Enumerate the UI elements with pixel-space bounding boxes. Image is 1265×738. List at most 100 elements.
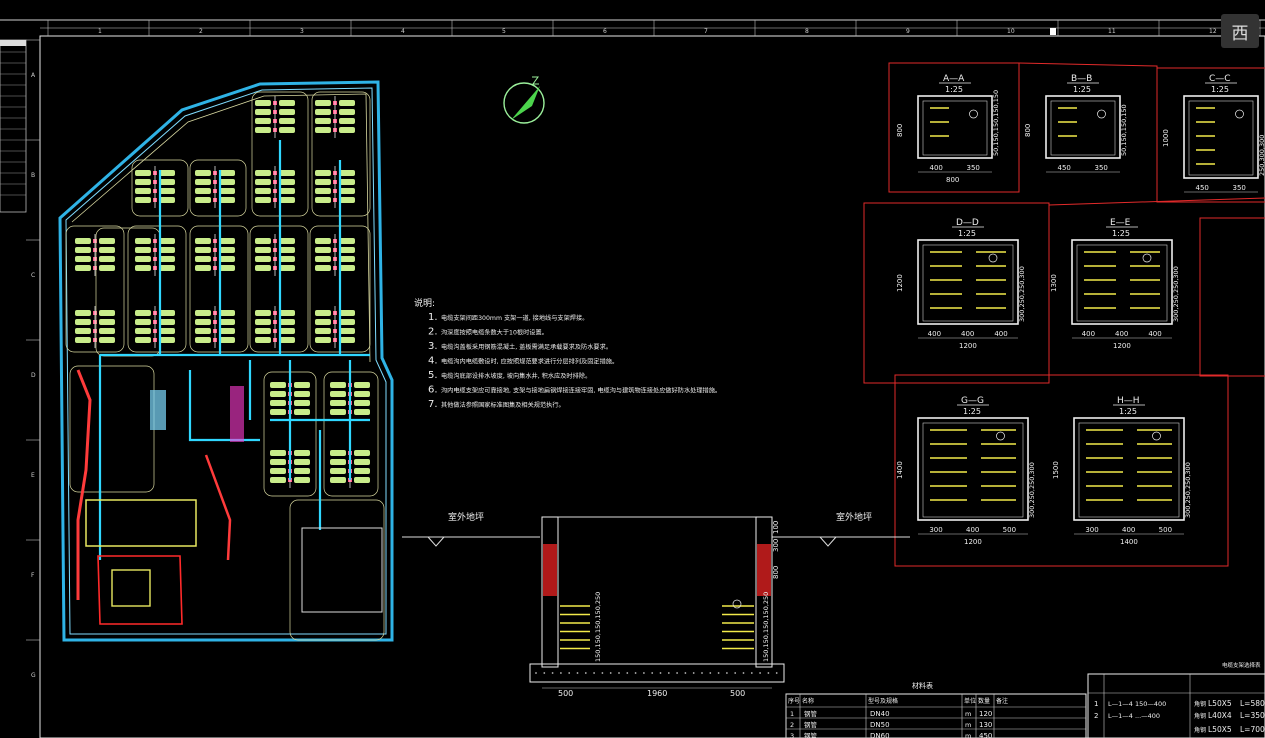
building <box>339 247 355 253</box>
building <box>270 450 286 456</box>
cell-no: 1 <box>1094 700 1098 708</box>
building <box>294 459 310 465</box>
building <box>195 265 211 271</box>
building <box>339 197 355 203</box>
building <box>195 328 211 334</box>
aggregate-dot <box>701 672 703 674</box>
building <box>219 337 235 343</box>
building-cluster <box>255 166 295 208</box>
section-title: G—G <box>961 396 984 406</box>
ground-label: 室外地坪 <box>836 511 872 523</box>
aggregate-dot <box>750 672 753 674</box>
building <box>255 100 271 106</box>
building <box>339 179 355 185</box>
bracket-tag-icon <box>1097 109 1106 119</box>
ruler-top-label: 4 <box>401 28 405 35</box>
building <box>279 319 295 325</box>
table-header: 单位 <box>964 697 976 705</box>
building <box>339 256 355 262</box>
cell-name: 钢管 <box>804 709 818 718</box>
building <box>339 337 355 343</box>
building <box>315 265 331 271</box>
section-dim: 500 <box>1159 526 1172 534</box>
trench-wall <box>1045 95 1121 159</box>
note-text: 沟内电缆支架应可靠接地, 支架与接地扁钢焊接连接牢固, 电缆沟与建筑物连接处应做… <box>441 387 721 395</box>
aggregate-dot <box>568 672 571 674</box>
building <box>75 337 91 343</box>
note-number: 1. <box>428 312 438 323</box>
main-trench-section: 室外地坪 室外地坪 500 1960 500 100 300 800 150,150,150,1… <box>402 511 910 698</box>
building <box>330 391 346 397</box>
building <box>219 328 235 334</box>
section-scale: 1:25 <box>1211 85 1229 94</box>
cell-name: 钢管 <box>804 720 818 729</box>
building <box>279 310 295 316</box>
cad-drawing-canvas[interactable]: 12345678910111213 ABCDEFG 说明: 1.电缆支架间距30… <box>0 0 1265 738</box>
building <box>315 247 331 253</box>
building <box>354 468 370 474</box>
ruler-top-label: 8 <box>805 28 809 35</box>
building <box>195 256 211 262</box>
building <box>255 310 271 316</box>
building <box>135 265 151 271</box>
section-total: 1200 <box>964 538 982 546</box>
building <box>279 265 295 271</box>
section-scale: 1:25 <box>1073 85 1091 94</box>
building <box>219 238 235 244</box>
trench-wall <box>1183 95 1259 179</box>
section-dim: 450 <box>1058 164 1071 172</box>
building <box>195 238 211 244</box>
building <box>339 100 355 106</box>
building <box>99 337 115 343</box>
building <box>339 238 355 244</box>
main-dim: 500 <box>558 689 573 698</box>
table-border <box>785 693 1087 738</box>
aggregate-dot <box>684 672 687 674</box>
ground-symbol <box>427 536 445 547</box>
building <box>135 238 151 244</box>
building <box>255 197 271 203</box>
building <box>279 100 295 106</box>
building <box>279 328 295 334</box>
cell-len: L=580 <box>1240 699 1265 708</box>
cell-no: 2 <box>1094 712 1098 720</box>
trench-wall <box>917 417 1029 521</box>
building <box>330 382 346 388</box>
building <box>255 127 271 133</box>
building <box>339 319 355 325</box>
building <box>279 118 295 124</box>
building <box>219 188 235 194</box>
building <box>330 450 346 456</box>
cell-formula: L—1—4 150—400 <box>1108 700 1166 708</box>
main-dim: 500 <box>730 689 745 698</box>
note-number: 6. <box>428 385 438 396</box>
section-total: 1400 <box>1120 538 1138 546</box>
section-height: 1300 <box>1050 274 1058 292</box>
building <box>159 179 175 185</box>
building <box>315 118 331 124</box>
site-plan[interactable] <box>58 80 394 642</box>
building <box>219 256 235 262</box>
cell-spec-prefix: 角钢 <box>1194 712 1206 720</box>
orientation-badge[interactable]: 西 <box>1221 14 1259 48</box>
section-scale: 1:25 <box>1119 407 1137 416</box>
aggregate-dot <box>618 672 620 674</box>
table-title: 电缆支架选择表 <box>1222 661 1261 669</box>
building <box>255 319 271 325</box>
section-dim: 500 <box>1003 526 1016 534</box>
table-header: 名称 <box>802 697 814 705</box>
ruler-left-label: F <box>31 572 35 579</box>
table-title: 材料表 <box>912 681 933 690</box>
section-vdims: 50,150,150,150,150 <box>992 90 1000 156</box>
building <box>195 188 211 194</box>
building <box>159 328 175 334</box>
building <box>279 179 295 185</box>
ruler-left-label: E <box>31 472 35 479</box>
building <box>315 319 331 325</box>
building-cluster <box>195 306 235 348</box>
building <box>255 109 271 115</box>
cell-spec: DN60 <box>870 732 890 738</box>
building-cluster <box>75 234 115 276</box>
building <box>279 170 295 176</box>
building <box>330 468 346 474</box>
